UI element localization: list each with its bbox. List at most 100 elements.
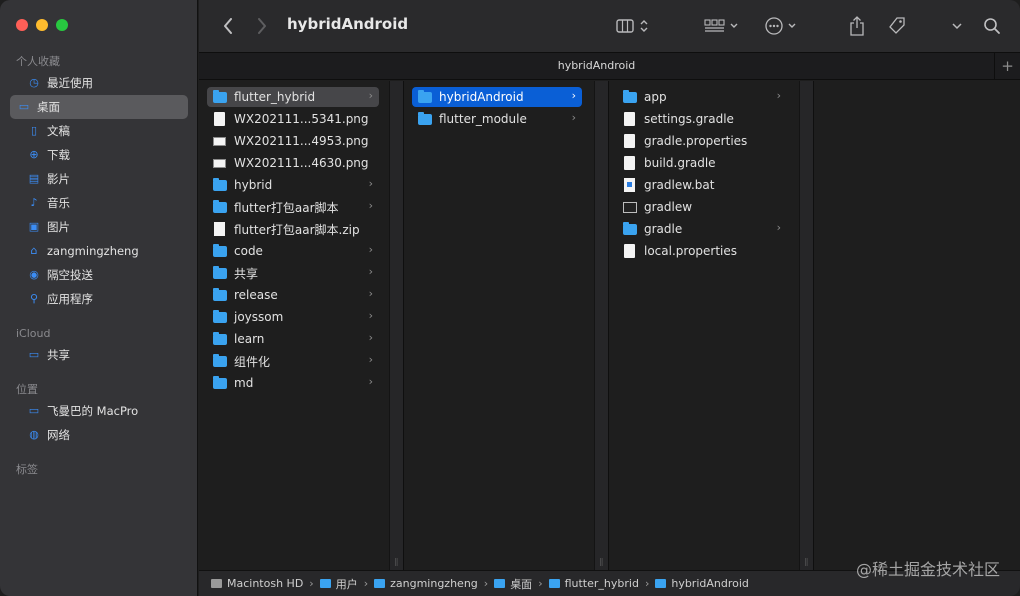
path-crumb[interactable]: flutter_hybrid — [548, 577, 639, 590]
chevron-right-icon: › — [368, 199, 373, 212]
document-icon — [214, 112, 225, 126]
tab-hybridandroid[interactable]: hybridAndroid — [199, 59, 994, 72]
file-row[interactable]: local.properties — [617, 241, 787, 261]
file-row[interactable]: 共享 › — [207, 263, 379, 283]
zoom-window-button[interactable] — [56, 19, 68, 31]
sidebar-heading-favorites: 个人收藏 — [16, 55, 60, 68]
file-row[interactable]: WX202111...4953.png — [207, 131, 379, 151]
file-row[interactable]: joyssom › — [207, 307, 379, 327]
file-row[interactable]: app › — [617, 87, 787, 107]
path-crumb[interactable]: hybridAndroid — [655, 577, 749, 590]
document-icon — [624, 112, 635, 126]
folder-icon — [213, 177, 227, 191]
folder-icon — [319, 579, 331, 588]
network-icon: ◍ — [29, 428, 39, 441]
file-row[interactable]: flutter打包aar脚本.zip — [207, 219, 379, 239]
folder-icon — [494, 579, 506, 588]
file-name: gradle.properties — [644, 134, 748, 148]
file-row[interactable]: hybrid › — [207, 175, 379, 195]
file-row[interactable]: flutter_module › — [412, 109, 582, 129]
executable-icon — [623, 201, 637, 213]
sidebar-item-影片[interactable]: ▤ 影片 — [10, 167, 188, 191]
path-crumb[interactable]: 用户 — [319, 576, 358, 592]
file-row[interactable]: WX202111...5341.png — [207, 109, 379, 129]
back-button[interactable] — [217, 13, 239, 39]
sidebar-item-下载[interactable]: ⊕ 下载 — [10, 143, 188, 167]
column-resize-handle[interactable]: || — [389, 81, 403, 570]
sidebar-item-隔空投送[interactable]: ◉ 隔空投送 — [10, 263, 188, 287]
hard-drive-icon — [211, 579, 222, 588]
sidebar-item-应用程序[interactable]: ⚲ 应用程序 — [10, 287, 188, 311]
folder-icon — [418, 111, 432, 125]
chevron-right-icon: › — [483, 577, 489, 590]
minimize-window-button[interactable] — [36, 19, 48, 31]
laptop-icon: ▭ — [28, 404, 40, 417]
chevron-right-icon: › — [571, 89, 576, 102]
file-name: gradlew.bat — [644, 178, 715, 192]
file-name: 组件化 — [234, 354, 271, 369]
file-row[interactable]: gradlew.bat — [617, 175, 787, 195]
music-icon: ♪ — [30, 196, 38, 209]
file-row[interactable]: code › — [207, 241, 379, 261]
file-row[interactable]: gradlew — [617, 197, 787, 217]
path-crumb[interactable]: Macintosh HD — [211, 577, 303, 590]
file-row[interactable]: settings.gradle — [617, 109, 787, 129]
view-mode-button[interactable] — [613, 13, 653, 39]
sidebar-item-桌面[interactable]: ▭ 桌面 — [10, 95, 188, 119]
chevron-right-icon: › — [309, 577, 314, 590]
path-crumb-label: zangmingzheng — [390, 577, 478, 590]
sidebar-item-飞曼巴的-macpro[interactable]: ▭ 飞曼巴的 MacPro — [10, 399, 188, 423]
search-button[interactable] — [981, 13, 1003, 39]
group-button[interactable] — [703, 13, 743, 39]
file-row[interactable]: flutter打包aar脚本 › — [207, 197, 379, 217]
sidebar-item-最近使用[interactable]: ◷ 最近使用 — [10, 71, 188, 95]
new-tab-button[interactable]: + — [994, 53, 1020, 80]
action-button[interactable] — [763, 13, 803, 39]
file-row[interactable]: flutter_hybrid › — [207, 87, 379, 107]
sidebar-item-文稿[interactable]: ▯ 文稿 — [10, 119, 188, 143]
column-view-icon — [616, 19, 648, 33]
close-window-button[interactable] — [16, 19, 28, 31]
finder-window: 个人收藏 ◷ 最近使用 ▭ 桌面 ▯ 文稿 ⊕ 下载 ▤ 影片 ♪ 音乐 ▣ 图片 ⌂ zangmingzhe… — [0, 0, 1020, 596]
film-icon: ▤ — [28, 172, 40, 185]
sidebar-item-共享[interactable]: ▭ 共享 — [10, 343, 188, 367]
share-button[interactable] — [845, 13, 869, 39]
share-icon — [850, 16, 864, 36]
column-2: || hybridAndroid › flutter_module › — [404, 81, 609, 570]
file-row[interactable]: build.gradle — [617, 153, 787, 173]
sidebar-item-zangmingzheng[interactable]: ⌂ zangmingzheng — [10, 239, 188, 263]
sidebar-item-音乐[interactable]: ♪ 音乐 — [10, 191, 188, 215]
file-row[interactable]: release › — [207, 285, 379, 305]
home-icon: ⌂ — [30, 244, 38, 257]
chevron-right-icon: › — [368, 177, 373, 190]
chevron-right-icon: › — [368, 287, 373, 300]
sidebar-item-label: 应用程序 — [47, 292, 93, 306]
sidebar-item-label: 共享 — [47, 348, 70, 362]
forward-button[interactable] — [251, 13, 273, 39]
file-row[interactable]: 组件化 › — [207, 351, 379, 371]
file-name: WX202111...4953.png — [234, 134, 369, 148]
more-toolbar-button[interactable] — [947, 13, 967, 39]
file-row[interactable]: gradle › — [617, 219, 787, 239]
chevron-right-icon: › — [368, 353, 373, 366]
toolbar: hybridAndroid — [199, 0, 1020, 52]
file-row[interactable]: md › — [207, 373, 379, 393]
sidebar-item-图片[interactable]: ▣ 图片 — [10, 215, 188, 239]
path-crumb-label: Macintosh HD — [227, 577, 304, 590]
path-crumb[interactable]: 桌面 — [494, 576, 532, 592]
sidebar-item-label: 飞曼巴的 MacPro — [47, 404, 139, 418]
file-row[interactable]: learn › — [207, 329, 379, 349]
column-resize-handle[interactable]: || — [799, 81, 813, 570]
column-resize-handle[interactable]: || — [594, 81, 608, 570]
chevron-right-icon: › — [644, 577, 650, 590]
sidebar-item-label: 图片 — [47, 220, 70, 234]
folder-icon — [213, 331, 227, 345]
applications-icon: ⚲ — [29, 292, 39, 305]
file-row[interactable]: hybridAndroid › — [412, 87, 582, 107]
file-row[interactable]: gradle.properties — [617, 131, 787, 151]
sidebar-item-网络[interactable]: ◍ 网络 — [10, 423, 188, 447]
file-name: release — [234, 288, 278, 302]
path-crumb[interactable]: zangmingzheng — [374, 577, 478, 590]
tag-button[interactable] — [885, 13, 909, 39]
file-row[interactable]: WX202111...4630.png — [207, 153, 379, 173]
